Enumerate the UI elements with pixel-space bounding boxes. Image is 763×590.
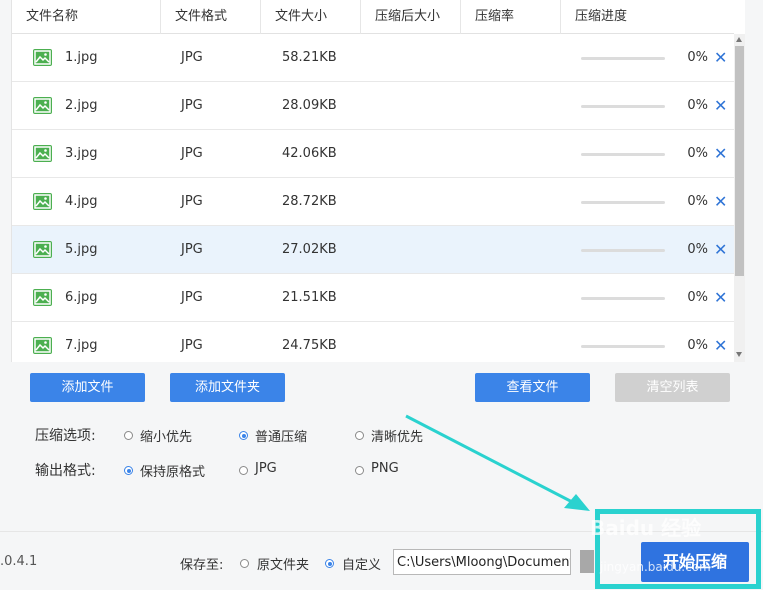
save-to-label: 保存至: [180,558,224,573]
progress-bar [581,201,665,204]
table-row[interactable]: 4.jpg JPG 28.72KB 0% ✕ [12,178,734,226]
file-name: 4.jpg [65,194,98,209]
file-name: 5.jpg [65,242,98,257]
scroll-up-arrow-icon[interactable] [736,37,742,42]
image-icon [33,49,52,66]
scroll-down-arrow-icon[interactable] [736,352,742,357]
table-row[interactable]: 7.jpg JPG 24.75KB 0% ✕ [12,322,734,362]
progress-percent: 0% [687,194,708,209]
progress-percent: 0% [687,50,708,65]
col-header-progress: 压缩进度 [575,9,628,24]
file-name: 7.jpg [65,338,98,353]
image-icon [33,193,52,210]
image-icon [33,289,52,306]
table-header: 文件名称 文件格式 文件大小 压缩后大小 压缩率 压缩进度 [12,0,734,34]
image-compressor-app: 文件名称 文件格式 文件大小 压缩后大小 压缩率 压缩进度 1.jpg JPG 58… [0,0,763,590]
close-icon[interactable]: ✕ [714,322,727,362]
format-radio-3[interactable] [355,466,364,475]
col-header-name: 文件名称 [12,0,161,34]
compress-radio-3[interactable] [355,431,364,440]
file-size: 28.09KB [282,98,337,113]
progress-bar [581,249,665,252]
compress-option-label[interactable]: 缩小优先 [140,426,192,445]
table-row[interactable]: 3.jpg JPG 42.06KB 0% ✕ [12,130,734,178]
file-format: JPG [181,242,203,257]
image-icon [33,337,52,354]
table-row[interactable]: 2.jpg JPG 28.09KB 0% ✕ [12,82,734,130]
close-icon[interactable]: ✕ [714,130,727,178]
save-location-label[interactable]: 原文件夹 [257,554,309,573]
progress-bar [581,105,665,108]
table-row[interactable]: 6.jpg JPG 21.51KB 0% ✕ [12,274,734,322]
save-location-label[interactable]: 自定义 [342,554,381,573]
progress-percent: 0% [687,338,708,353]
version-text: .0.4.1 [0,554,38,569]
close-icon[interactable]: ✕ [714,34,727,82]
file-size: 24.75KB [282,338,337,353]
progress-bar [581,297,665,300]
file-size: 21.51KB [282,290,337,305]
compress-radio-2[interactable] [239,431,248,440]
add-folder-button[interactable]: 添加文件夹 [170,373,285,402]
table-row[interactable]: 5.jpg JPG 27.02KB 0% ✕ [12,226,734,274]
table-row[interactable]: 1.jpg JPG 58.21KB 0% ✕ [12,34,734,82]
output-format-label: 输出格式: [35,463,96,479]
file-name: 2.jpg [65,98,98,113]
file-name: 1.jpg [65,50,98,65]
compress-radio-1[interactable] [124,431,133,440]
compress-option-label[interactable]: 清晰优先 [371,426,423,445]
file-size: 28.72KB [282,194,337,209]
start-compress-button[interactable]: 开始压缩 [641,542,749,582]
progress-percent: 0% [687,290,708,305]
annotation-arrow-icon [405,414,590,511]
image-icon [33,97,52,114]
add-file-button[interactable]: 添加文件 [30,373,145,402]
image-icon [33,241,52,258]
col-header-ratio: 压缩率 [461,0,561,34]
file-size: 42.06KB [282,146,337,161]
format-option-label[interactable]: PNG [371,461,399,476]
col-header-compressed-size: 压缩后大小 [361,0,461,34]
file-size: 58.21KB [282,50,337,65]
clear-list-button[interactable]: 清空列表 [615,373,730,402]
col-header-format: 文件格式 [161,0,261,34]
progress-percent: 0% [687,242,708,257]
compress-options-label: 压缩选项: [35,428,96,444]
file-size: 27.02KB [282,242,337,257]
format-radio-2[interactable] [239,466,248,475]
close-icon[interactable]: ✕ [714,178,727,226]
progress-percent: 0% [687,98,708,113]
progress-percent: 0% [687,146,708,161]
file-format: JPG [181,338,203,353]
progress-bar [581,153,665,156]
save-location-radio-2[interactable] [325,559,334,568]
file-format: JPG [181,290,203,305]
file-format: JPG [181,146,203,161]
image-icon [33,145,52,162]
close-icon[interactable]: ✕ [714,274,727,322]
save-location-radio-1[interactable] [240,559,249,568]
progress-bar [581,57,665,60]
view-files-button[interactable]: 查看文件 [475,373,590,402]
progress-bar [581,345,665,348]
file-name: 6.jpg [65,290,98,305]
format-radio-1[interactable] [124,466,133,475]
file-format: JPG [181,98,203,113]
table-body: 1.jpg JPG 58.21KB 0% ✕ 2.jpg JPG 28.09KB 0% ✕ 3.jp… [12,34,734,362]
scroll-thumb[interactable] [735,46,744,276]
format-option-label[interactable]: 保持原格式 [140,461,205,480]
format-option-label[interactable]: JPG [255,461,277,476]
file-format: JPG [181,50,203,65]
file-name: 3.jpg [65,146,98,161]
col-header-size: 文件大小 [261,0,361,34]
file-format: JPG [181,194,203,209]
compress-option-label[interactable]: 普通压缩 [255,426,307,445]
close-icon[interactable]: ✕ [714,226,727,274]
browse-button[interactable] [580,550,594,573]
file-table: 文件名称 文件格式 文件大小 压缩后大小 压缩率 压缩进度 1.jpg JPG 58… [11,0,745,362]
output-path-input[interactable] [393,549,571,575]
close-icon[interactable]: ✕ [714,82,727,130]
